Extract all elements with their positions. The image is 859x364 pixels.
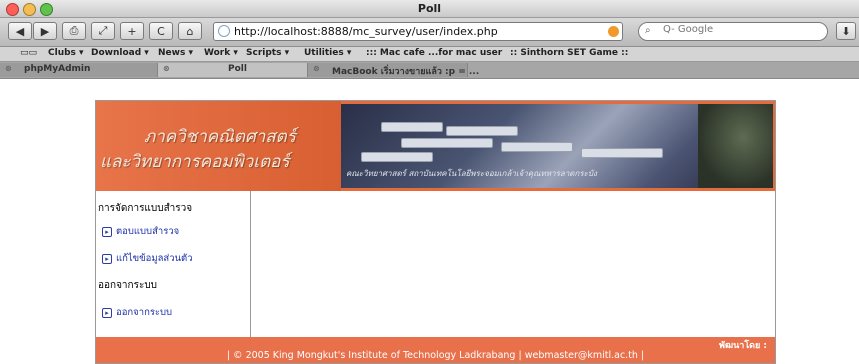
add-bookmark-button[interactable]: +: [120, 22, 144, 40]
keyboard-key: [501, 142, 573, 152]
banner-title-line2: และวิทยาการคอมพิวเตอร์: [100, 152, 290, 172]
print-icon: ⎙: [69, 24, 79, 37]
title-bar: Poll: [0, 0, 859, 18]
web-page: ภาควิชาคณิตศาสตร์ และวิทยาการคอมพิวเตอร์…: [95, 100, 776, 364]
tab-macbook[interactable]: ⊗ MacBook เริ่มวางขายแล้ว :p = ...: [308, 63, 479, 77]
download-icon: ⬇: [841, 24, 851, 38]
menu-section-survey-management: การจัดการแบบสำรวจ: [98, 203, 193, 214]
menu-arrow-icon: ▸: [102, 307, 112, 318]
tab-poll[interactable]: ⊗ Poll: [158, 63, 308, 77]
print-button[interactable]: ⎙: [62, 22, 86, 40]
bookmark-mac-cafe[interactable]: ::: Mac cafe ...for mac user: [366, 48, 502, 58]
back-button[interactable]: ◀: [8, 22, 32, 40]
tab-label: Poll: [228, 64, 247, 74]
statue-image: [698, 104, 773, 188]
menu-arrow-icon: ▸: [102, 253, 112, 264]
reload-button[interactable]: C: [149, 22, 173, 40]
feed-icon[interactable]: [608, 26, 619, 37]
home-icon: ⌂: [186, 24, 194, 38]
forward-button[interactable]: ▶: [33, 22, 57, 40]
page-footer: พัฒนาโดย : | © 2005 King Mongkut's Insti…: [96, 337, 775, 363]
sidebar-menu: การจัดการแบบสำรวจ ▸ ตอบแบบสำรวจ ▸ แก้ไขข…: [96, 191, 251, 337]
bookmark-work[interactable]: Work ▾: [204, 48, 238, 58]
menu-link-label[interactable]: ออกจากระบบ: [116, 305, 172, 320]
resize-icon: ⤢: [98, 24, 108, 37]
banner-title-line1: ภาควิชาคณิตศาสตร์: [144, 127, 296, 147]
browser-toolbar: ◀ ▶ ⎙ ⤢ + C ⌂ http://localhost:8888/mc_s…: [0, 18, 859, 47]
menu-section-logout: ออกจากระบบ: [98, 280, 158, 291]
keyboard-key: [361, 152, 433, 162]
menu-link-logout[interactable]: ▸ ออกจากระบบ: [102, 305, 172, 320]
url-text[interactable]: http://localhost:8888/mc_survey/user/ind…: [234, 25, 498, 38]
banner-subtitle: คณะวิทยาศาสตร์ สถาบันเทคโนโลยีพระจอมเกล้…: [346, 169, 597, 178]
menu-link-edit-profile[interactable]: ▸ แก้ไขข้อมูลส่วนตัว: [102, 251, 193, 266]
footer-copyright: | © 2005 King Mongkut's Institute of Tec…: [226, 350, 645, 361]
menu-arrow-icon: ▸: [102, 226, 112, 237]
search-icon: ⌕: [645, 25, 651, 36]
close-tab-icon[interactable]: ⊗: [163, 64, 170, 73]
home-button[interactable]: ⌂: [178, 22, 202, 40]
keyboard-key: [446, 126, 518, 136]
forward-arrow-icon: ▶: [40, 24, 50, 38]
menu-link-answer-survey[interactable]: ▸ ตอบแบบสำรวจ: [102, 224, 179, 239]
text-size-button[interactable]: ⤢: [91, 22, 115, 40]
bookmark-clubs[interactable]: Clubs ▾: [48, 48, 84, 58]
bookmarks-bar: ▭▭ Clubs ▾ Download ▾ News ▾ Work ▾ Scri…: [0, 47, 859, 62]
keyboard-key: [401, 138, 493, 148]
menu-link-label[interactable]: แก้ไขข้อมูลส่วนตัว: [116, 251, 193, 266]
bookmark-sinthorn-set-game[interactable]: :: Sinthorn SET Game ::: [510, 48, 628, 58]
plus-icon: +: [127, 24, 137, 38]
banner-keyboard-photo: คณะวิทยาศาสตร์ สถาบันเทคโนโลยีพระจอมเกล้…: [341, 104, 773, 188]
menu-link-label[interactable]: ตอบแบบสำรวจ: [116, 224, 179, 239]
back-arrow-icon: ◀: [15, 24, 25, 38]
bookmark-download[interactable]: Download ▾: [91, 48, 149, 58]
window-title: Poll: [417, 2, 442, 15]
bookmark-scripts[interactable]: Scripts ▾: [246, 48, 289, 58]
keyboard-key: [381, 122, 443, 132]
bookmark-news[interactable]: News ▾: [158, 48, 193, 58]
bookmark-utilities[interactable]: Utilities ▾: [304, 48, 351, 58]
reload-icon: C: [157, 24, 165, 38]
main-content-area: [251, 191, 775, 337]
bookmarks-book-icon[interactable]: ▭▭: [20, 48, 37, 58]
banner-title-area: ภาควิชาคณิตศาสตร์ และวิทยาการคอมพิวเตอร์: [96, 101, 341, 191]
tab-label: MacBook เริ่มวางขายแล้ว :p = ...: [332, 67, 480, 77]
tab-bar: ⊗ phpMyAdmin ⊗ Poll ⊗ MacBook เริ่มวางขา…: [0, 62, 859, 79]
close-tab-icon[interactable]: ⊗: [313, 64, 320, 73]
tab-label: phpMyAdmin: [24, 64, 91, 74]
downloads-button[interactable]: ⬇: [836, 22, 856, 40]
close-tab-icon[interactable]: ⊗: [5, 64, 12, 73]
keyboard-key: [581, 148, 663, 158]
header-banner: ภาควิชาคณิตศาสตร์ และวิทยาการคอมพิวเตอร์…: [96, 101, 775, 191]
tab-phpmyadmin[interactable]: ⊗ phpMyAdmin: [0, 63, 158, 77]
address-bar[interactable]: http://localhost:8888/mc_survey/user/ind…: [213, 22, 623, 41]
site-icon: [218, 25, 230, 37]
search-field[interactable]: ⌕: [638, 22, 828, 41]
search-input[interactable]: [663, 24, 813, 35]
